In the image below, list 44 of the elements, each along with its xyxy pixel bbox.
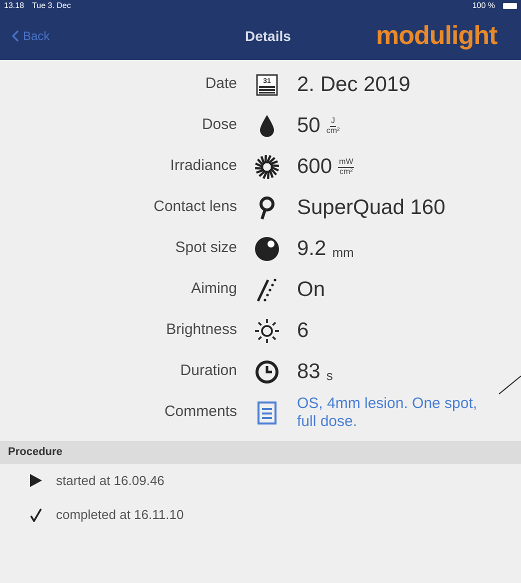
leader-line (498, 376, 521, 394)
dotted-line-icon (256, 278, 278, 302)
field-value: 83 (297, 358, 320, 385)
field-value: 2. Dec 2019 (297, 72, 410, 98)
field-value: SuperQuad 160 (297, 194, 446, 221)
logo: modulight (376, 19, 498, 52)
magnifier-icon (258, 196, 276, 220)
field-label: Duration (179, 361, 237, 382)
field-value: 50 (297, 112, 320, 139)
field-label: Irradiance (169, 156, 237, 176)
sun-icon (255, 318, 279, 342)
back-button[interactable]: Back (12, 27, 50, 45)
status-date: Tue 3. Dec (32, 0, 71, 12)
comment-link[interactable]: OS, 4mm lesion. One spot, full dose. (297, 395, 497, 430)
chevron-icon (12, 30, 19, 42)
field-label: Contact lens (152, 197, 237, 218)
drop-icon (259, 114, 275, 138)
clock-icon (255, 360, 279, 384)
field-value: On (297, 276, 326, 303)
field-value: 600 (297, 154, 332, 180)
procedure-step: started at 16.09.46 (56, 470, 164, 490)
document-icon (257, 400, 277, 424)
unit-label: mW cm² (338, 158, 354, 176)
battery-icon (503, 3, 517, 9)
sphere-icon (254, 236, 280, 262)
field-label: Brightness (165, 320, 237, 340)
section-header: Procedure (0, 441, 521, 464)
field-value: 6 (297, 318, 309, 344)
field-label: Dose (200, 115, 237, 136)
burst-icon (254, 154, 280, 180)
field-label: Comments (163, 402, 237, 422)
screen-title: Details (245, 27, 291, 46)
field-label: Aiming (190, 279, 237, 300)
checkmark-icon (30, 508, 42, 522)
procedure-step: completed at 16.11.10 (56, 504, 184, 524)
battery-percent: 100 % (472, 0, 495, 12)
play-icon (30, 474, 42, 487)
unit-label: mm (332, 244, 354, 262)
field-label: Spot size (174, 238, 237, 258)
field-value: 9.2 (297, 236, 326, 262)
status-time: 13.18 (4, 0, 24, 12)
field-label: Date (204, 74, 237, 94)
unit-label: s (326, 366, 333, 385)
unit-label: J cm² (326, 116, 340, 134)
